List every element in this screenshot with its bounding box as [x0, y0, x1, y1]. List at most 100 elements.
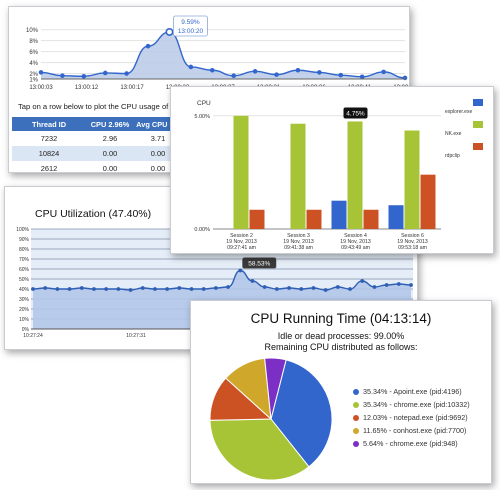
- y-tick-label: 80%: [19, 247, 30, 253]
- data-point: [214, 286, 218, 290]
- data-point: [299, 287, 304, 291]
- y-tick-label: 1%: [29, 78, 38, 84]
- legend-dot: [353, 388, 359, 395]
- cpu-running-time-panel: CPU Running Time (04:13:14) Idle or dead…: [190, 300, 492, 484]
- data-point: [153, 287, 157, 291]
- data-point: [250, 279, 255, 283]
- highlighted-point: [165, 27, 174, 36]
- bar: [233, 115, 249, 229]
- data-point: [335, 285, 340, 289]
- data-point: [231, 73, 237, 79]
- data-point: [396, 282, 401, 286]
- pie-legend-item[interactable]: 35.34% - chrome.exe (pid:10332): [353, 400, 470, 409]
- col-cpu[interactable]: CPU 2.96%: [86, 117, 134, 131]
- thread-table: Thread ID CPU 2.96% Avg CPU 3.7 7232 2.9…: [12, 117, 182, 173]
- data-point: [60, 73, 65, 79]
- data-point: [55, 287, 60, 291]
- y-tick-label: 100%: [16, 227, 29, 233]
- legend-label: 5.64% - chrome.exe (pid:948): [363, 439, 458, 448]
- data-point: [188, 64, 194, 70]
- cpu-running-time-title: CPU Running Time (04:13:14): [250, 311, 432, 326]
- remaining-cpu-text: Remaining CPU distributed as follows:: [264, 342, 418, 352]
- y-tick-label: 40%: [19, 287, 30, 293]
- bar: [306, 209, 322, 229]
- data-point: [209, 67, 215, 73]
- data-point: [81, 73, 87, 79]
- legend-label: 11.65% - conhost.exe (pid:7700): [363, 426, 467, 435]
- legend-dot: [353, 440, 359, 447]
- bar: [347, 121, 363, 229]
- y-tick-label: 20%: [19, 307, 30, 313]
- y-tick-label: 6%: [29, 50, 38, 56]
- legend-label: rdpclip: [445, 153, 460, 159]
- bar: [420, 174, 436, 229]
- legend-label: NK.exe: [445, 131, 462, 137]
- legend-swatch: [473, 121, 483, 128]
- y-tick-label: 8%: [29, 39, 38, 45]
- y-tick-label: 0.00%: [194, 227, 210, 233]
- data-point: [38, 70, 44, 75]
- data-point: [92, 287, 96, 291]
- table-row[interactable]: 7232 2.96 3.71: [12, 131, 182, 146]
- legend-dot: [353, 427, 359, 434]
- thread-id-cell: 2612: [40, 164, 58, 173]
- legend-dot: [353, 414, 359, 421]
- bar: [363, 209, 379, 229]
- session-cpu-panel: CPU 5.00% 0.00% Session 2 19 Nov, 2013 09:27:…: [170, 86, 494, 254]
- pie-legend-item[interactable]: 12.03% - notepad.exe (pid:9692): [353, 413, 468, 422]
- legend-label: 35.34% - Apoint.exe (pid:4196): [363, 387, 462, 396]
- data-point: [252, 69, 258, 74]
- data-point: [287, 286, 291, 290]
- cpu-cell: 0.00: [102, 164, 118, 173]
- data-point: [384, 283, 389, 287]
- data-point: [317, 70, 322, 75]
- y-tick-label: 5.00%: [194, 114, 210, 120]
- y-tick-label: 60%: [19, 267, 30, 273]
- thread-id-cell: 7232: [40, 134, 58, 143]
- y-tick-label: 30%: [19, 297, 30, 303]
- pie-legend-item[interactable]: 11.65% - conhost.exe (pid:7700): [353, 426, 466, 435]
- cpu-pie-chart: [209, 357, 333, 481]
- session-time-label: 09:41:38 am: [284, 245, 313, 251]
- session-time-label: 09:27:41 am: [227, 245, 256, 251]
- legend-label: explorer.exe: [445, 109, 472, 115]
- data-point: [238, 268, 243, 273]
- tooltip-value: 58.53%: [248, 260, 270, 267]
- data-point: [165, 287, 170, 291]
- session-bar-chart: CPU5.00%0.00%Session 219 Nov, 201309:27:…: [194, 99, 483, 251]
- data-point: [274, 72, 279, 77]
- tooltip-value: 4.75%: [346, 110, 365, 117]
- tooltip-time: 13:00:20: [178, 28, 204, 35]
- data-point: [116, 287, 121, 291]
- cpu-cell: 0.00: [86, 146, 134, 161]
- idle-processes-text: Idle or dead processes: 99.00%: [277, 331, 405, 341]
- y-tick-label: 90%: [19, 237, 30, 243]
- data-point: [67, 287, 72, 291]
- cpu-cell: 2.96: [102, 134, 118, 143]
- data-point: [381, 69, 386, 75]
- data-point: [338, 72, 344, 78]
- data-point: [177, 286, 182, 290]
- table-row[interactable]: 10824 0.00 0.00: [12, 146, 182, 161]
- col-thread-id[interactable]: Thread ID: [12, 117, 86, 131]
- pie-legend-item[interactable]: 35.34% - Apoint.exe (pid:4196): [353, 387, 462, 396]
- x-tick-label: 13:00:03: [29, 85, 53, 91]
- data-point: [201, 287, 206, 291]
- series-line: [40, 31, 406, 79]
- pie-legend-item[interactable]: 5.64% - chrome.exe (pid:948): [353, 439, 458, 448]
- table-row[interactable]: 2612 0.00 0.00: [12, 161, 182, 173]
- data-point: [348, 287, 352, 291]
- bar: [249, 209, 265, 229]
- legend-swatch: [473, 99, 483, 106]
- legend-swatch: [473, 143, 483, 150]
- data-point: [359, 74, 365, 80]
- thread-id-cell: 10824: [12, 146, 86, 161]
- data-point: [140, 286, 145, 290]
- data-point: [145, 43, 151, 49]
- data-point: [323, 288, 328, 292]
- bar: [388, 205, 404, 229]
- legend-dot: [353, 401, 359, 408]
- session-time-label: 09:43:49 am: [341, 245, 370, 251]
- legend-label: 35.34% - chrome.exe (pid:10332): [363, 400, 470, 409]
- data-point: [102, 70, 108, 76]
